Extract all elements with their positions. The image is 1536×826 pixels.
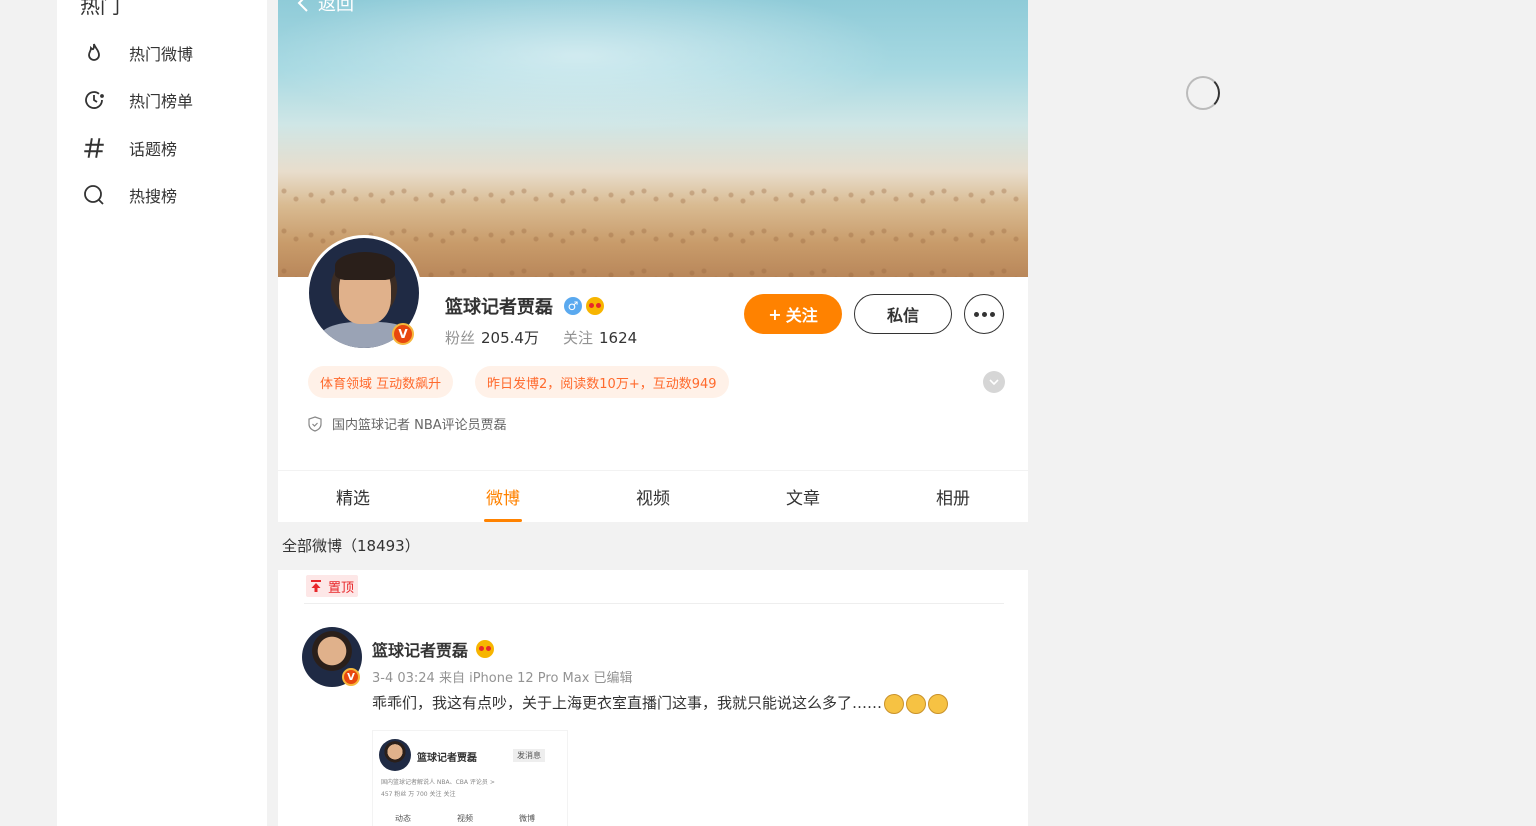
shield-icon: [308, 415, 322, 432]
profile-tag[interactable]: 昨日发博2，阅读数10万+，互动数949: [475, 366, 729, 398]
chevron-left-icon: [297, 0, 308, 12]
doge-emoji-icon: [928, 693, 949, 714]
tab-featured[interactable]: 精选: [278, 471, 428, 522]
post-text: 乖乖们，我这有点吵，关于上海更衣室直播门这事，我就只能说这么多了……: [372, 692, 949, 714]
post-author[interactable]: 篮球记者贾磊: [372, 637, 468, 661]
weibo-count: 全部微博（18493）: [282, 537, 420, 555]
post-text-body: 乖乖们，我这有点吵，关于上海更衣室直播门这事，我就只能说这么多了……: [372, 694, 883, 712]
feed-post: 置顶 V 篮球记者贾磊 3-4 03:24 来自 iPhone 12 Pro M…: [278, 570, 1028, 826]
profile-card: V 篮球记者贾磊 ♂ 粉丝 205.4万 关注 1624 + 关注 私信 体育领域 …: [278, 235, 1028, 470]
chevron-down-icon: [989, 379, 999, 385]
following-stat[interactable]: 关注 1624: [563, 327, 637, 348]
message-button[interactable]: 私信: [854, 294, 952, 334]
sidebar-item-label: 热搜榜: [129, 187, 178, 206]
image-tab: 视频: [457, 814, 473, 823]
bio-text: 国内篮球记者 NBA评论员贾磊: [332, 418, 507, 433]
image-tab: 动态: [395, 814, 411, 823]
sidebar-item-topics[interactable]: 话题榜: [81, 133, 251, 163]
image-tabs: 动态 视频 微博: [395, 813, 535, 824]
back-label: 返回: [318, 0, 354, 15]
pinned-label: 置顶: [328, 580, 355, 596]
more-dot: [981, 311, 987, 317]
hashtag-icon: [81, 135, 107, 161]
male-gender-icon: ♂: [564, 297, 582, 315]
post-image[interactable]: 篮球记者贾磊 发消息 国内篮球记者解说人 NBA、CBA 评论员 > 457 粉…: [372, 730, 568, 826]
follow-label: 关注: [785, 306, 818, 325]
flame-icon: [81, 40, 107, 66]
following-label: 关注: [562, 329, 593, 347]
loading-spinner-icon: [1186, 76, 1220, 110]
divider: [304, 603, 1004, 604]
doge-emoji-icon: [884, 693, 905, 714]
pinned-badge: 置顶: [306, 575, 359, 597]
sidebar-item-label: 话题榜: [129, 140, 178, 159]
left-sidebar: 热门 热门微博 热门榜单 话题榜 热搜榜: [57, 0, 267, 826]
more-options-button[interactable]: [964, 294, 1004, 334]
image-action: 发消息: [513, 749, 545, 762]
cover-image: 返回: [278, 0, 1028, 277]
tab-articles[interactable]: 文章: [728, 471, 878, 522]
image-line: 457 粉丝 万 700 关注 关注: [381, 791, 456, 798]
back-button[interactable]: 返回: [296, 0, 354, 16]
profile-tabs: 精选 微博 视频 文章 相册: [278, 471, 1028, 522]
sidebar-item-label: 热门微博: [129, 45, 194, 64]
image-avatar: [379, 739, 411, 771]
sidebar-item-hot-search[interactable]: 热搜榜: [81, 180, 251, 210]
more-dot: [989, 311, 995, 317]
following-count: 1624: [598, 329, 638, 347]
fans-stat[interactable]: 粉丝 205.4万: [445, 327, 539, 348]
verified-badge: V: [392, 323, 414, 345]
sidebar-item-label: 热门榜单: [129, 92, 194, 111]
tab-albums[interactable]: 相册: [878, 471, 1028, 522]
follow-button[interactable]: + 关注: [744, 294, 842, 334]
tab-video[interactable]: 视频: [578, 471, 728, 522]
profile-stats: 粉丝 205.4万 关注 1624: [445, 327, 637, 348]
more-dot: [973, 311, 979, 317]
member-badge-icon[interactable]: [476, 640, 494, 658]
search-icon: [81, 182, 107, 208]
image-line: 国内篮球记者解说人 NBA、CBA 评论员 >: [381, 779, 495, 786]
doge-emoji-icon: [906, 693, 927, 714]
post-meta[interactable]: 3-4 03:24 来自 iPhone 12 Pro Max 已编辑: [372, 667, 633, 686]
screen-name[interactable]: 篮球记者贾磊: [445, 293, 553, 319]
profile-tag[interactable]: 体育领域 互动数飙升: [308, 366, 454, 398]
fans-count: 205.4万: [481, 329, 539, 347]
expand-button[interactable]: [983, 371, 1005, 393]
verified-badge: V: [342, 668, 360, 686]
sidebar-item-hot-list[interactable]: 热门榜单: [81, 85, 251, 115]
tab-weibo[interactable]: 微博: [428, 471, 578, 522]
plus-icon: +: [768, 304, 782, 324]
fans-label: 粉丝: [445, 329, 476, 347]
image-name: 篮球记者贾磊: [417, 753, 477, 764]
sidebar-section-title: 热门: [80, 0, 120, 18]
image-tab: 微博: [519, 814, 535, 823]
clock-icon: [81, 87, 107, 113]
profile-bio: 国内篮球记者 NBA评论员贾磊: [308, 414, 507, 433]
pin-top-icon: [311, 580, 321, 592]
profile-main: 返回 V 篮球记者贾磊 ♂ 粉丝 205.4万 关注 1624 + 关注 私信: [278, 0, 1028, 826]
sidebar-item-hot-weibo[interactable]: 热门微博: [81, 38, 251, 68]
member-badge-icon[interactable]: [586, 297, 604, 315]
